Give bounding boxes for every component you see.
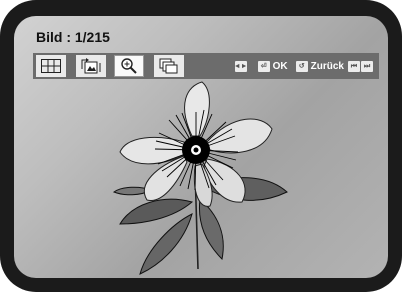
zoom-icon	[121, 58, 137, 74]
flower-photo	[112, 81, 288, 275]
skip-next-icon: ⏭	[361, 60, 373, 72]
ok-label: OK	[272, 60, 288, 72]
skip-prev-icon: ⏮	[348, 60, 360, 72]
back-label: Zurück	[310, 60, 344, 72]
enter-icon: ⏎	[257, 60, 270, 72]
slideshow-icon	[159, 58, 178, 74]
photo-viewer-screen: Bild : 1/215 ◄► ⏎ OK ↺ Zurück ⏮ ⏭	[14, 16, 388, 278]
rotate-icon	[81, 58, 101, 74]
image-counter-title: Bild : 1/215	[36, 29, 110, 45]
thumbnail-grid-icon	[41, 59, 61, 73]
return-icon: ↺	[295, 60, 308, 72]
thumbnail-grid-button[interactable]	[36, 55, 66, 77]
left-right-arrows-icon: ◄►	[233, 60, 248, 72]
